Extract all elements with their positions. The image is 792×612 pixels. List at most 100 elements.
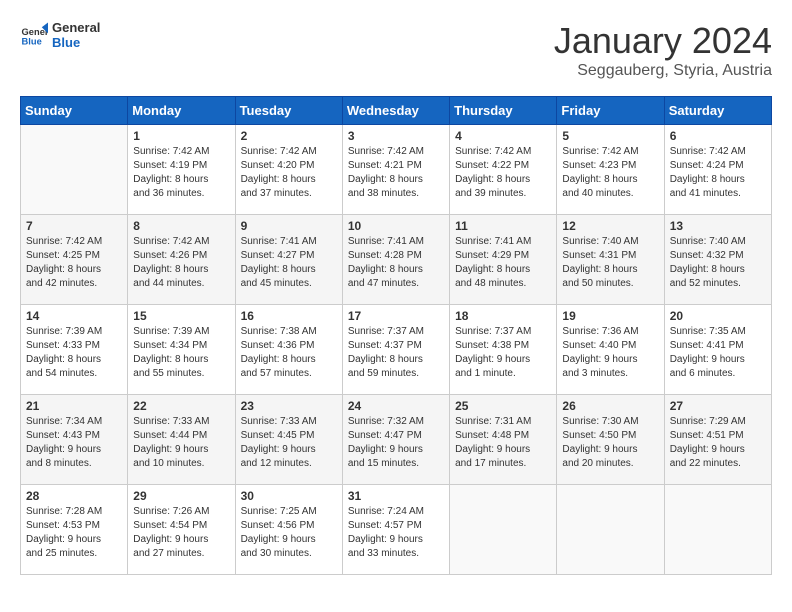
calendar-cell: 21 Sunrise: 7:34 AMSunset: 4:43 PMDayligh…	[21, 395, 128, 485]
page-header: General Blue General Blue January 2024 S…	[20, 20, 772, 80]
column-header-wednesday: Wednesday	[342, 97, 449, 125]
day-number: 21	[26, 399, 122, 413]
calendar-cell: 16 Sunrise: 7:38 AMSunset: 4:36 PMDayligh…	[235, 305, 342, 395]
cell-content: Sunrise: 7:42 AMSunset: 4:25 PMDaylight:…	[26, 235, 122, 291]
calendar-cell: 13 Sunrise: 7:40 AMSunset: 4:32 PMDayligh…	[664, 215, 771, 305]
calendar-cell: 11 Sunrise: 7:41 AMSunset: 4:29 PMDayligh…	[450, 215, 557, 305]
calendar-cell: 20 Sunrise: 7:35 AMSunset: 4:41 PMDayligh…	[664, 305, 771, 395]
day-number: 13	[670, 219, 766, 233]
day-number: 15	[133, 309, 229, 323]
cell-content: Sunrise: 7:42 AMSunset: 4:23 PMDaylight:…	[562, 145, 658, 201]
day-number: 1	[133, 129, 229, 143]
calendar-cell: 7 Sunrise: 7:42 AMSunset: 4:25 PMDaylight…	[21, 215, 128, 305]
calendar-cell: 29Sunrise: 7:26 AMSunset: 4:54 PMDayligh…	[128, 485, 235, 575]
day-number: 7	[26, 219, 122, 233]
calendar-cell: 5 Sunrise: 7:42 AMSunset: 4:23 PMDaylight…	[557, 125, 664, 215]
day-number: 10	[348, 219, 444, 233]
calendar-cell	[664, 485, 771, 575]
cell-content: Sunrise: 7:38 AMSunset: 4:36 PMDaylight:…	[241, 325, 337, 381]
day-number: 25	[455, 399, 551, 413]
calendar-table: SundayMondayTuesdayWednesdayThursdayFrid…	[20, 96, 772, 575]
day-number: 18	[455, 309, 551, 323]
day-number: 22	[133, 399, 229, 413]
cell-content: Sunrise: 7:35 AMSunset: 4:41 PMDaylight:…	[670, 325, 766, 381]
cell-content: Sunrise: 7:36 AMSunset: 4:40 PMDaylight:…	[562, 325, 658, 381]
cell-content: Sunrise: 7:41 AMSunset: 4:28 PMDaylight:…	[348, 235, 444, 291]
calendar-cell	[21, 125, 128, 215]
calendar-cell: 18 Sunrise: 7:37 AMSunset: 4:38 PMDayligh…	[450, 305, 557, 395]
day-number: 28	[26, 489, 122, 503]
day-number: 9	[241, 219, 337, 233]
cell-content: Sunrise: 7:41 AMSunset: 4:29 PMDaylight:…	[455, 235, 551, 291]
calendar-cell: 22 Sunrise: 7:33 AMSunset: 4:44 PMDayligh…	[128, 395, 235, 485]
calendar-cell	[557, 485, 664, 575]
logo-line2: Blue	[52, 35, 100, 50]
cell-content: Sunrise: 7:33 AMSunset: 4:44 PMDaylight:…	[133, 415, 229, 471]
day-number: 5	[562, 129, 658, 143]
calendar-cell: 12Sunrise: 7:40 AMSunset: 4:31 PMDayligh…	[557, 215, 664, 305]
logo-line1: General	[52, 20, 100, 35]
location: Seggauberg, Styria, Austria	[554, 62, 772, 80]
cell-content: Sunrise: 7:29 AMSunset: 4:51 PMDaylight:…	[670, 415, 766, 471]
cell-content: Sunrise: 7:33 AMSunset: 4:45 PMDaylight:…	[241, 415, 337, 471]
calendar-cell: 4 Sunrise: 7:42 AMSunset: 4:22 PMDaylight…	[450, 125, 557, 215]
cell-content: Sunrise: 7:42 AMSunset: 4:22 PMDaylight:…	[455, 145, 551, 201]
title-block: January 2024 Seggauberg, Styria, Austria	[554, 20, 772, 80]
cell-content: Sunrise: 7:26 AMSunset: 4:54 PMDaylight:…	[133, 505, 229, 561]
calendar-week-3: 14 Sunrise: 7:39 AMSunset: 4:33 PMDayligh…	[21, 305, 772, 395]
cell-content: Sunrise: 7:42 AMSunset: 4:21 PMDaylight:…	[348, 145, 444, 201]
cell-content: Sunrise: 7:39 AMSunset: 4:34 PMDaylight:…	[133, 325, 229, 381]
calendar-cell: 30Sunrise: 7:25 AMSunset: 4:56 PMDayligh…	[235, 485, 342, 575]
calendar-cell: 26 Sunrise: 7:30 AMSunset: 4:50 PMDayligh…	[557, 395, 664, 485]
cell-content: Sunrise: 7:40 AMSunset: 4:32 PMDaylight:…	[670, 235, 766, 291]
calendar-cell: 25 Sunrise: 7:31 AMSunset: 4:48 PMDayligh…	[450, 395, 557, 485]
calendar-cell: 9 Sunrise: 7:41 AMSunset: 4:27 PMDaylight…	[235, 215, 342, 305]
day-number: 12	[562, 219, 658, 233]
logo: General Blue General Blue	[20, 20, 100, 50]
cell-content: Sunrise: 7:41 AMSunset: 4:27 PMDaylight:…	[241, 235, 337, 291]
calendar-header: SundayMondayTuesdayWednesdayThursdayFrid…	[21, 97, 772, 125]
cell-content: Sunrise: 7:42 AMSunset: 4:26 PMDaylight:…	[133, 235, 229, 291]
day-number: 8	[133, 219, 229, 233]
cell-content: Sunrise: 7:39 AMSunset: 4:33 PMDaylight:…	[26, 325, 122, 381]
calendar-week-4: 21 Sunrise: 7:34 AMSunset: 4:43 PMDayligh…	[21, 395, 772, 485]
cell-content: Sunrise: 7:30 AMSunset: 4:50 PMDaylight:…	[562, 415, 658, 471]
calendar-cell: 31 Sunrise: 7:24 AMSunset: 4:57 PMDayligh…	[342, 485, 449, 575]
day-number: 26	[562, 399, 658, 413]
column-header-saturday: Saturday	[664, 97, 771, 125]
calendar-week-2: 7 Sunrise: 7:42 AMSunset: 4:25 PMDaylight…	[21, 215, 772, 305]
day-number: 20	[670, 309, 766, 323]
calendar-cell: 6Sunrise: 7:42 AMSunset: 4:24 PMDaylight…	[664, 125, 771, 215]
day-number: 16	[241, 309, 337, 323]
calendar-cell: 15 Sunrise: 7:39 AMSunset: 4:34 PMDayligh…	[128, 305, 235, 395]
day-number: 17	[348, 309, 444, 323]
cell-content: Sunrise: 7:32 AMSunset: 4:47 PMDaylight:…	[348, 415, 444, 471]
cell-content: Sunrise: 7:42 AMSunset: 4:19 PMDaylight:…	[133, 145, 229, 201]
column-header-friday: Friday	[557, 97, 664, 125]
calendar-cell: 19 Sunrise: 7:36 AMSunset: 4:40 PMDayligh…	[557, 305, 664, 395]
svg-text:Blue: Blue	[22, 36, 42, 46]
cell-content: Sunrise: 7:37 AMSunset: 4:38 PMDaylight:…	[455, 325, 551, 381]
day-number: 14	[26, 309, 122, 323]
calendar-cell: 23Sunrise: 7:33 AMSunset: 4:45 PMDayligh…	[235, 395, 342, 485]
day-number: 19	[562, 309, 658, 323]
calendar-cell: 14 Sunrise: 7:39 AMSunset: 4:33 PMDayligh…	[21, 305, 128, 395]
calendar-cell: 3Sunrise: 7:42 AMSunset: 4:21 PMDaylight…	[342, 125, 449, 215]
calendar-cell: 8 Sunrise: 7:42 AMSunset: 4:26 PMDaylight…	[128, 215, 235, 305]
column-header-monday: Monday	[128, 97, 235, 125]
day-number: 11	[455, 219, 551, 233]
day-number: 31	[348, 489, 444, 503]
cell-content: Sunrise: 7:42 AMSunset: 4:24 PMDaylight:…	[670, 145, 766, 201]
calendar-week-5: 28 Sunrise: 7:28 AMSunset: 4:53 PMDayligh…	[21, 485, 772, 575]
calendar-cell: 1 Sunrise: 7:42 AMSunset: 4:19 PMDaylight…	[128, 125, 235, 215]
calendar-cell	[450, 485, 557, 575]
calendar-week-1: 1 Sunrise: 7:42 AMSunset: 4:19 PMDaylight…	[21, 125, 772, 215]
column-header-tuesday: Tuesday	[235, 97, 342, 125]
day-number: 24	[348, 399, 444, 413]
cell-content: Sunrise: 7:28 AMSunset: 4:53 PMDaylight:…	[26, 505, 122, 561]
cell-content: Sunrise: 7:24 AMSunset: 4:57 PMDaylight:…	[348, 505, 444, 561]
cell-content: Sunrise: 7:34 AMSunset: 4:43 PMDaylight:…	[26, 415, 122, 471]
cell-content: Sunrise: 7:31 AMSunset: 4:48 PMDaylight:…	[455, 415, 551, 471]
cell-content: Sunrise: 7:42 AMSunset: 4:20 PMDaylight:…	[241, 145, 337, 201]
day-number: 4	[455, 129, 551, 143]
